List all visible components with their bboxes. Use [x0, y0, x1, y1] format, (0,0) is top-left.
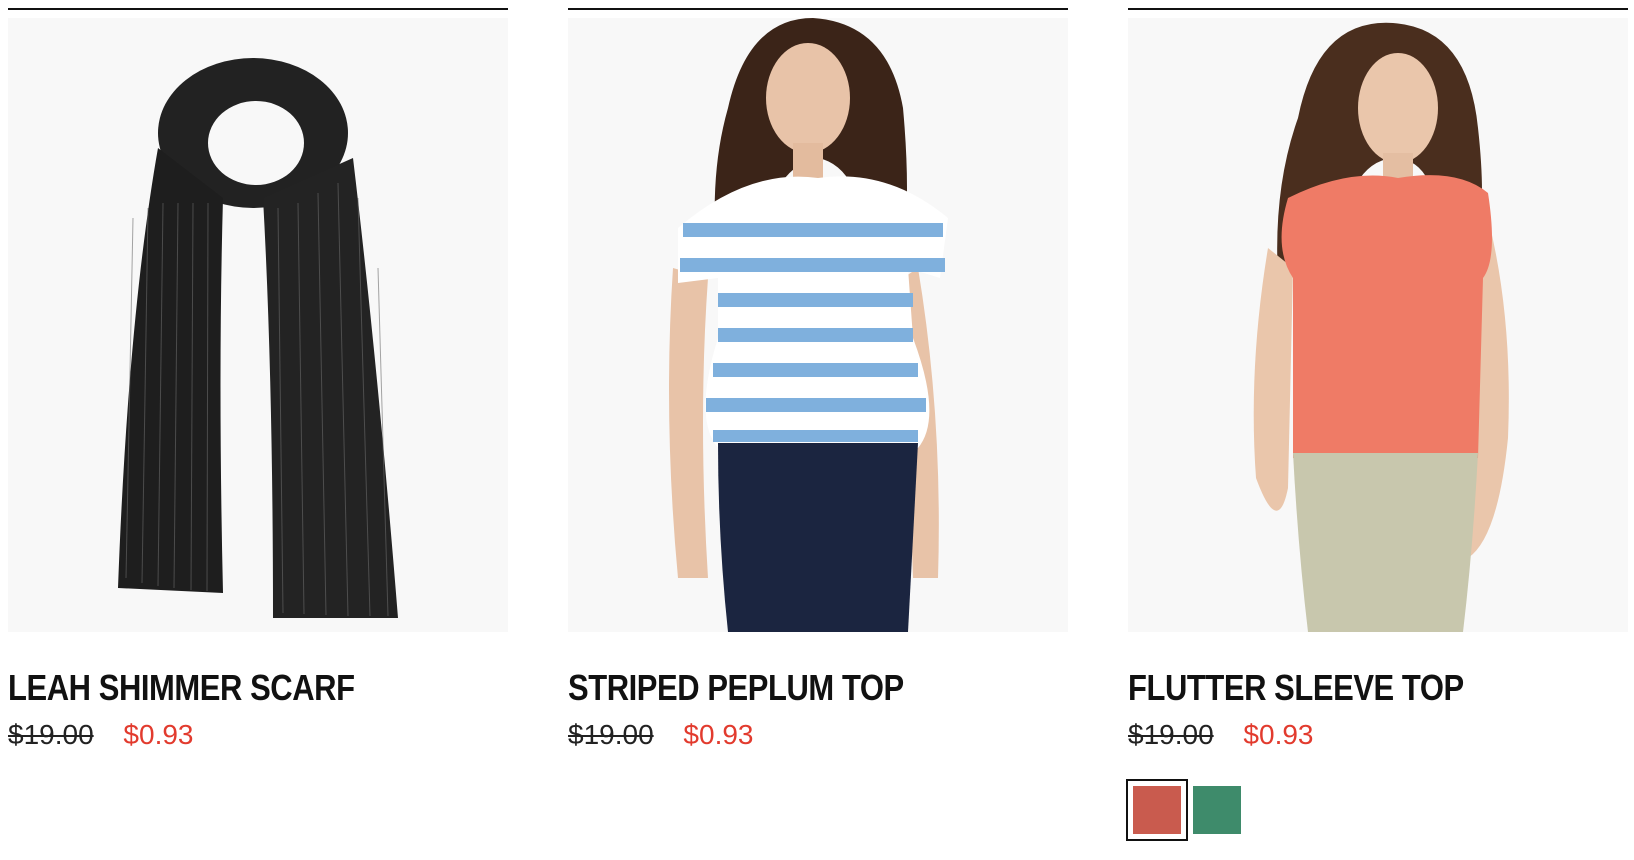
price-block: $19.00 $0.93	[8, 718, 194, 752]
striped-top-image	[568, 18, 1068, 632]
price-block: $19.00 $0.93	[1128, 718, 1314, 752]
card-divider	[1128, 8, 1628, 10]
sale-price: $0.93	[1243, 719, 1314, 750]
color-swatch-green[interactable]	[1193, 786, 1241, 834]
product-grid: LEAH SHIMMER SCARF $19.00 $0.93 STRIPED …	[0, 0, 1634, 860]
sale-price: $0.93	[683, 719, 754, 750]
product-image[interactable]	[568, 18, 1068, 632]
product-image[interactable]	[1128, 18, 1628, 632]
product-image[interactable]	[8, 18, 508, 632]
sale-price: $0.93	[123, 719, 194, 750]
product-name[interactable]: LEAH SHIMMER SCARF	[8, 668, 355, 708]
card-divider	[568, 8, 1068, 10]
product-name[interactable]: STRIPED PEPLUM TOP	[568, 668, 904, 708]
product-name[interactable]: FLUTTER SLEEVE TOP	[1128, 668, 1464, 708]
card-divider	[8, 8, 508, 10]
original-price: $19.00	[568, 719, 654, 750]
color-swatches	[1126, 779, 1241, 841]
flutter-top-image	[1128, 18, 1628, 632]
original-price: $19.00	[8, 719, 94, 750]
price-block: $19.00 $0.93	[568, 718, 754, 752]
original-price: $19.00	[1128, 719, 1214, 750]
scarf-image	[8, 18, 508, 632]
color-swatch-coral[interactable]	[1126, 779, 1188, 841]
